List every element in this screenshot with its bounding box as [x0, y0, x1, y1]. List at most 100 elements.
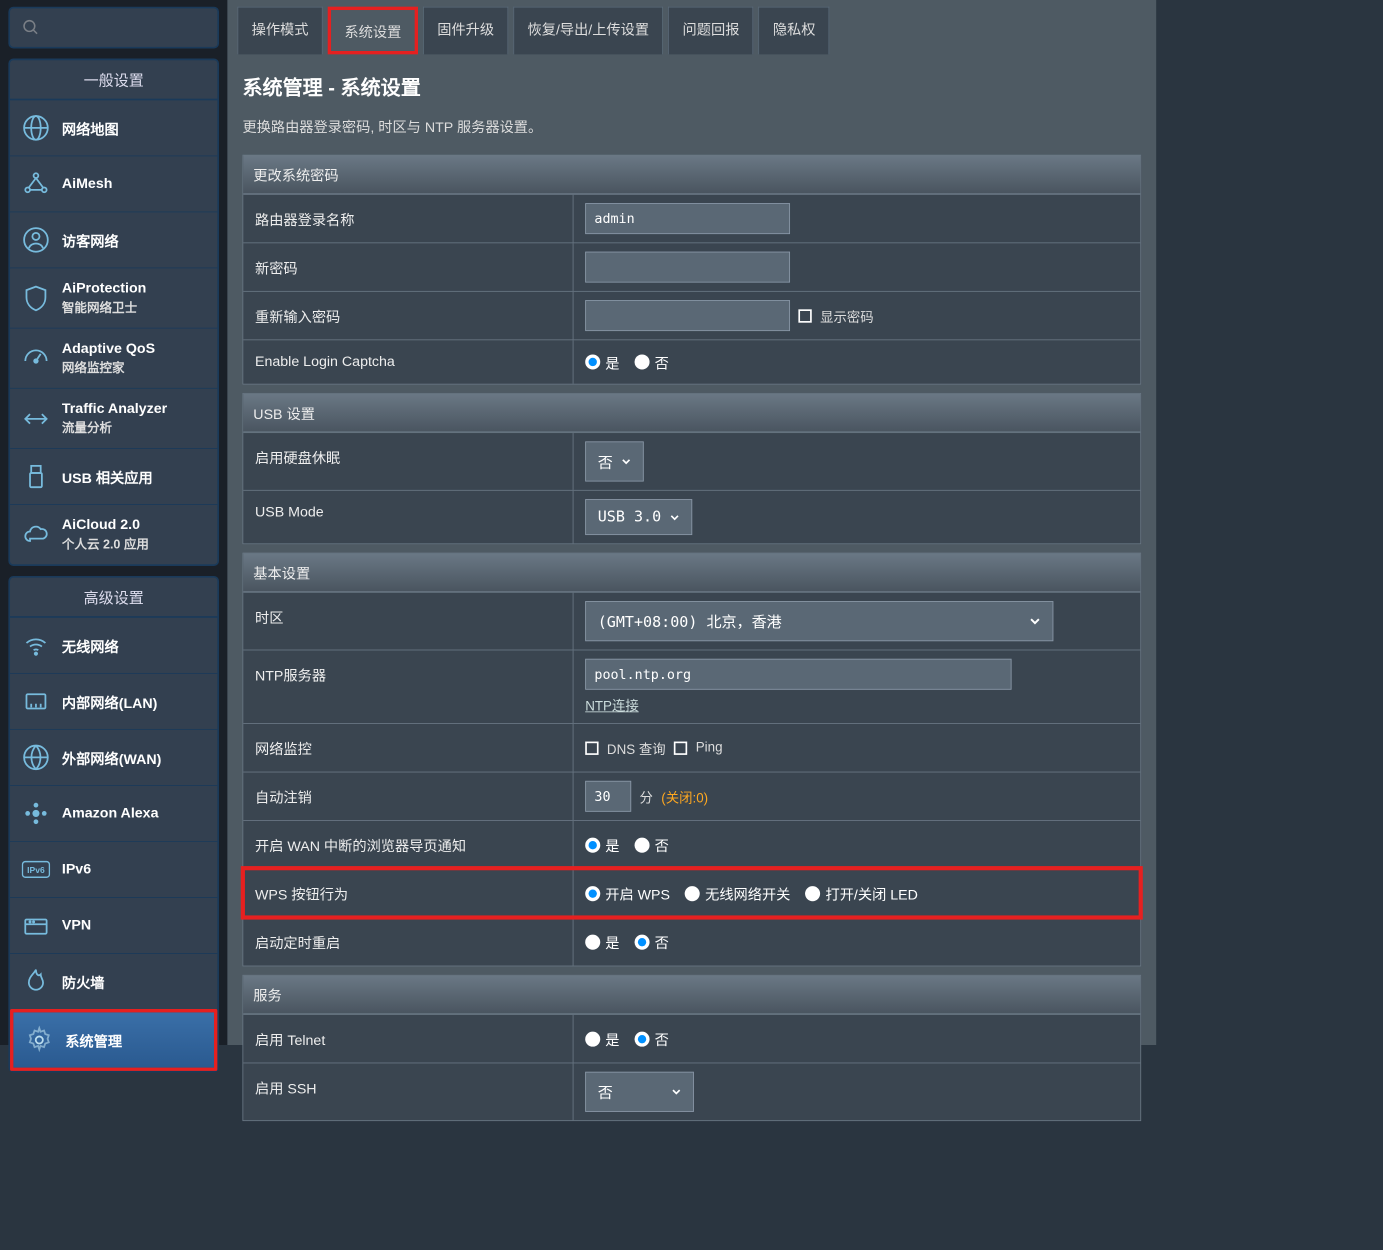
globe-icon [20, 112, 52, 144]
nav-sub: 流量分析 [62, 419, 167, 437]
vpn-icon [20, 910, 52, 942]
nav-label: 防火墙 [62, 971, 105, 992]
search-icon [22, 18, 40, 36]
wan-notify-radio: 是 否 [585, 834, 669, 855]
usb-mode-label: USB Mode [243, 491, 573, 544]
page-title: 系统管理 - 系统设置 [242, 71, 1141, 100]
hdd-sleep-select[interactable]: 否 [585, 441, 644, 481]
wps-opt1[interactable]: 开启 WPS [585, 883, 670, 904]
nav-guest[interactable]: 访客网络 [10, 212, 217, 268]
nav-traffic[interactable]: Traffic Analyzer流量分析 [10, 388, 217, 448]
advanced-header: 高级设置 [10, 578, 217, 617]
mesh-icon [20, 168, 52, 200]
nav-label: AiProtection [62, 280, 146, 296]
gauge-icon [20, 342, 52, 374]
tz-select[interactable]: (GMT+08:00) 北京，香港 [585, 601, 1053, 641]
wifi-icon [20, 630, 52, 662]
reboot-radio: 是 否 [585, 931, 669, 952]
nav-label: Amazon Alexa [62, 805, 159, 822]
retype-pass-label: 重新输入密码 [243, 292, 573, 340]
ping-checkbox[interactable] [674, 741, 687, 754]
nav-sub: 网络监控家 [62, 359, 155, 377]
cloud-icon [20, 519, 52, 551]
telnet-yes[interactable]: 是 [585, 1028, 619, 1049]
alexa-icon [20, 798, 52, 830]
ntp-label: NTP服务器 [243, 650, 573, 723]
nav-network-map[interactable]: 网络地图 [10, 99, 217, 155]
ipv6-icon: IPv6 [20, 854, 52, 886]
wan-notify-yes[interactable]: 是 [585, 834, 619, 855]
chevron-down-icon [670, 512, 680, 522]
main: 操作模式 系统设置 固件升级 恢复/导出/上传设置 问题回报 隐私权 系统管理 … [227, 0, 1156, 1045]
section-password: 更改系统密码 路由器登录名称 新密码 重新输入密码 显示密码 [242, 155, 1141, 385]
nav-vpn[interactable]: VPN [10, 897, 217, 953]
reboot-yes[interactable]: 是 [585, 931, 619, 952]
nav-alexa[interactable]: Amazon Alexa [10, 785, 217, 841]
auto-logout-label: 自动注销 [243, 772, 573, 820]
tab-restore[interactable]: 恢复/导出/上传设置 [513, 7, 663, 55]
nav-usb[interactable]: USB 相关应用 [10, 448, 217, 504]
nav-label: VPN [62, 917, 91, 934]
login-name-input[interactable] [585, 203, 790, 234]
nav-wireless[interactable]: 无线网络 [10, 617, 217, 673]
telnet-no[interactable]: 否 [635, 1028, 669, 1049]
tab-system-settings[interactable]: 系统设置 [328, 7, 418, 55]
new-pass-input[interactable] [585, 252, 790, 283]
nav-aimesh[interactable]: AiMesh [10, 155, 217, 211]
chevron-down-icon [621, 456, 631, 466]
ping-label: Ping [696, 740, 723, 755]
captcha-no[interactable]: 否 [635, 352, 669, 373]
tab-firmware[interactable]: 固件升级 [423, 7, 508, 55]
ssh-label: 启用 SSH [243, 1063, 573, 1120]
ntp-input[interactable] [585, 659, 1011, 690]
section-service: 服务 启用 Telnet 是 否 启用 SSH 否 [242, 975, 1141, 1121]
search-box[interactable] [8, 7, 219, 49]
chevron-down-icon [1029, 615, 1041, 627]
wps-opt3[interactable]: 打开/关闭 LED [805, 883, 917, 904]
nav-ipv6[interactable]: IPv6 IPv6 [10, 841, 217, 897]
wan-notify-label: 开启 WAN 中断的浏览器导页通知 [243, 821, 573, 869]
ssh-select[interactable]: 否 [585, 1072, 694, 1112]
tz-label: 时区 [243, 593, 573, 650]
nav-aiprotection[interactable]: AiProtection智能网络卫士 [10, 268, 217, 328]
dns-label: DNS 查询 [607, 738, 666, 758]
auto-logout-input[interactable] [585, 781, 631, 812]
nav-label: 系统管理 [65, 1030, 122, 1051]
nav-label: USB 相关应用 [62, 466, 153, 487]
nav-label: 无线网络 [62, 635, 119, 656]
advanced-panel: 高级设置 无线网络 内部网络(LAN) 外部网络(WAN) Amazon Ale… [8, 576, 219, 1073]
guest-icon [20, 224, 52, 256]
nav-qos[interactable]: Adaptive QoS网络监控家 [10, 328, 217, 388]
dns-checkbox[interactable] [585, 741, 598, 754]
lan-icon [20, 686, 52, 718]
nav-firewall[interactable]: 防火墙 [10, 953, 217, 1009]
wps-label: WPS 按钮行为 [243, 869, 573, 917]
hdd-sleep-label: 启用硬盘休眠 [243, 433, 573, 490]
reboot-label: 启动定时重启 [243, 918, 573, 966]
wps-opt2[interactable]: 无线网络开关 [685, 883, 790, 904]
section-service-header: 服务 [243, 976, 1140, 1014]
show-pass-label: 显示密码 [820, 306, 874, 326]
gear-icon [23, 1024, 55, 1056]
tab-feedback[interactable]: 问题回报 [668, 7, 753, 55]
tab-mode[interactable]: 操作模式 [237, 7, 322, 55]
show-pass-checkbox[interactable] [798, 309, 811, 322]
nav-lan[interactable]: 内部网络(LAN) [10, 673, 217, 729]
captcha-yes[interactable]: 是 [585, 352, 619, 373]
general-panel: 一般设置 网络地图 AiMesh 访客网络 AiProtection智能网络卫士… [8, 59, 219, 566]
nav-aicloud[interactable]: AiCloud 2.0个人云 2.0 应用 [10, 504, 217, 564]
nav-label: 网络地图 [62, 117, 119, 138]
usb-mode-select[interactable]: USB 3.0 [585, 499, 692, 535]
ntp-link[interactable]: NTP连接 [585, 695, 1011, 715]
reboot-no[interactable]: 否 [635, 931, 669, 952]
nav-label: AiMesh [62, 176, 113, 193]
section-usb: USB 设置 启用硬盘休眠 否 USB Mode USB 3.0 [242, 393, 1141, 544]
tab-privacy[interactable]: 隐私权 [759, 7, 830, 55]
nav-wan[interactable]: 外部网络(WAN) [10, 729, 217, 785]
nav-sub: 个人云 2.0 应用 [62, 535, 149, 553]
retype-pass-input[interactable] [585, 300, 790, 331]
wan-notify-no[interactable]: 否 [635, 834, 669, 855]
nav-system-admin[interactable]: 系统管理 [10, 1009, 217, 1071]
captcha-label: Enable Login Captcha [243, 340, 573, 383]
svg-text:IPv6: IPv6 [27, 865, 45, 875]
